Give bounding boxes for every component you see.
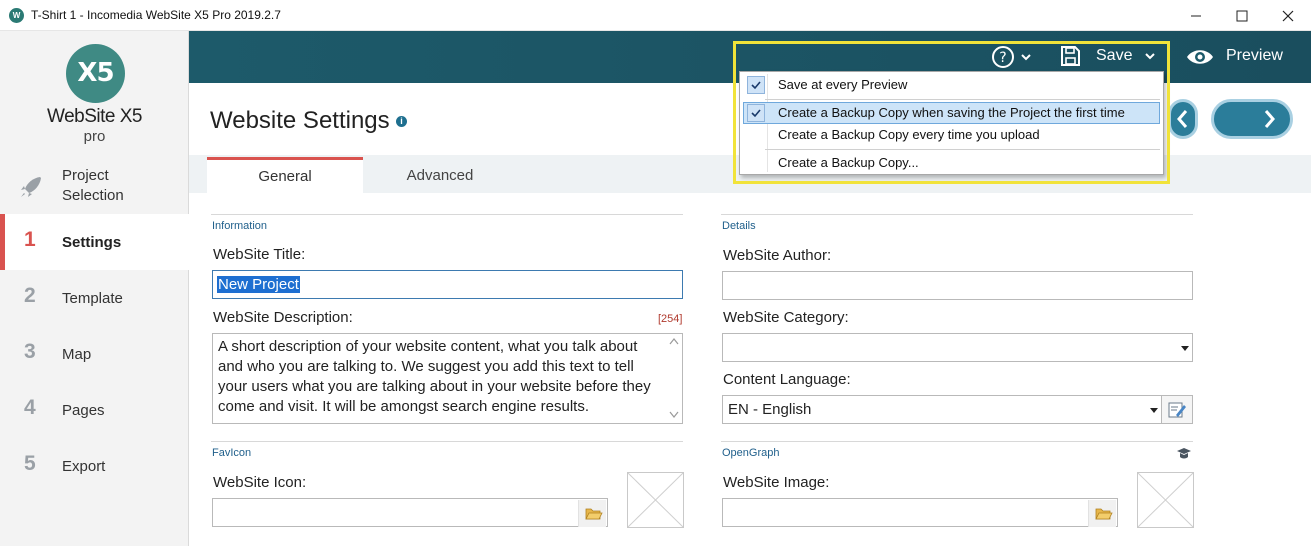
info-icon[interactable]: i: [396, 116, 407, 127]
maximize-button[interactable]: [1219, 0, 1265, 31]
image-placeholder-icon: [1137, 472, 1194, 528]
sidebar-item-pages[interactable]: 4 Pages: [0, 382, 189, 438]
step-number: 1: [24, 228, 36, 251]
highlight-frame: [733, 41, 1170, 184]
website-icon-label: WebSite Icon:: [213, 474, 307, 491]
website-title-label: WebSite Title:: [213, 246, 306, 263]
sidebar-item-label: Map: [62, 346, 92, 363]
preview-icon-button[interactable]: [1185, 45, 1215, 69]
preview-button[interactable]: Preview: [1226, 47, 1283, 65]
step-number: 2: [24, 284, 36, 307]
graduation-cap-icon[interactable]: [1176, 446, 1192, 460]
section-divider: [721, 441, 1193, 442]
window-title: T-Shirt 1 - Incomedia WebSite X5 Pro 201…: [31, 8, 281, 22]
section-divider: [721, 214, 1193, 215]
step-number: 4: [24, 396, 36, 419]
website-title-input[interactable]: New Project: [212, 270, 683, 299]
website-title-value: New Project: [217, 276, 300, 293]
content-language-value: EN - English: [728, 401, 812, 418]
edit-languages-button[interactable]: [1162, 395, 1193, 424]
folder-open-icon: [585, 508, 603, 520]
title-bar: W T-Shirt 1 - Incomedia WebSite X5 Pro 2…: [0, 0, 1311, 31]
sidebar-item-label: Export: [62, 458, 106, 475]
scroll-arrows-icon: [669, 338, 679, 418]
edit-icon: [1168, 402, 1186, 418]
sidebar-item-export[interactable]: 5 Export: [0, 438, 189, 494]
rocket-icon: [21, 177, 41, 197]
close-button[interactable]: [1265, 0, 1311, 31]
back-button[interactable]: [1168, 99, 1198, 139]
image-placeholder-icon: [627, 472, 684, 528]
eye-icon: [1187, 50, 1213, 64]
browse-icon-button[interactable]: [578, 500, 606, 527]
tab-general[interactable]: General: [207, 157, 363, 193]
section-title-details: Details: [722, 220, 756, 232]
folder-open-icon: [1095, 508, 1113, 520]
chevron-right-icon: [1264, 110, 1275, 128]
website-author-label: WebSite Author:: [723, 247, 832, 264]
dropdown-arrow-icon: [1181, 346, 1189, 351]
logo-mark: X5: [66, 44, 125, 103]
sidebar-item-project-selection[interactable]: Project Selection: [0, 158, 189, 214]
logo-edition: pro: [83, 128, 106, 145]
page-title: Website Settings: [210, 107, 390, 134]
step-number: 3: [24, 340, 36, 363]
browse-image-button[interactable]: [1088, 500, 1116, 527]
app-icon: W: [9, 8, 24, 23]
section-divider: [211, 214, 683, 215]
section-title-favicon: FavIcon: [212, 447, 252, 459]
minimize-button[interactable]: [1173, 0, 1219, 31]
close-icon: [1282, 10, 1294, 22]
step-number: 5: [24, 452, 36, 475]
section-divider: [211, 441, 683, 442]
maximize-icon: [1236, 10, 1248, 22]
website-category-label: WebSite Category:: [723, 309, 849, 326]
chevron-left-icon: [1177, 110, 1188, 128]
opengraph-preview-image[interactable]: [1137, 472, 1194, 528]
website-description-label: WebSite Description:: [213, 309, 353, 326]
logo-name: WebSite X5: [47, 106, 142, 127]
website-image-label: WebSite Image:: [723, 474, 830, 491]
next-button[interactable]: [1211, 99, 1293, 139]
tab-advanced[interactable]: Advanced: [362, 157, 518, 193]
sidebar-item-label: Project Selection: [62, 167, 124, 204]
website-category-select[interactable]: [722, 333, 1193, 362]
website-description-value: A short description of your website cont…: [218, 338, 651, 415]
content-language-label: Content Language:: [723, 371, 851, 388]
minimize-icon: [1191, 15, 1201, 17]
favicon-preview-image[interactable]: [627, 472, 684, 528]
sidebar-item-map[interactable]: 3 Map: [0, 326, 189, 382]
section-title-opengraph: OpenGraph: [722, 447, 780, 459]
sidebar-item-label: Template: [62, 290, 123, 307]
content-language-select[interactable]: EN - English: [722, 395, 1162, 424]
sidebar-item-label: Settings: [62, 234, 122, 251]
description-char-counter: [254]: [658, 313, 683, 325]
section-title-information: Information: [212, 220, 268, 232]
dropdown-arrow-icon: [1150, 408, 1158, 413]
website-icon-input[interactable]: [212, 498, 608, 527]
website-author-input[interactable]: [722, 271, 1193, 300]
website-image-input[interactable]: [722, 498, 1118, 527]
description-scrollbar[interactable]: [666, 334, 682, 423]
website-description-textarea[interactable]: A short description of your website cont…: [212, 333, 683, 424]
sidebar-item-template[interactable]: 2 Template: [0, 270, 189, 326]
sidebar: X5 WebSite X5 pro Project Selection 1 Se…: [0, 31, 189, 546]
sidebar-item-settings[interactable]: 1 Settings: [0, 214, 189, 270]
sidebar-item-label: Pages: [62, 402, 105, 419]
